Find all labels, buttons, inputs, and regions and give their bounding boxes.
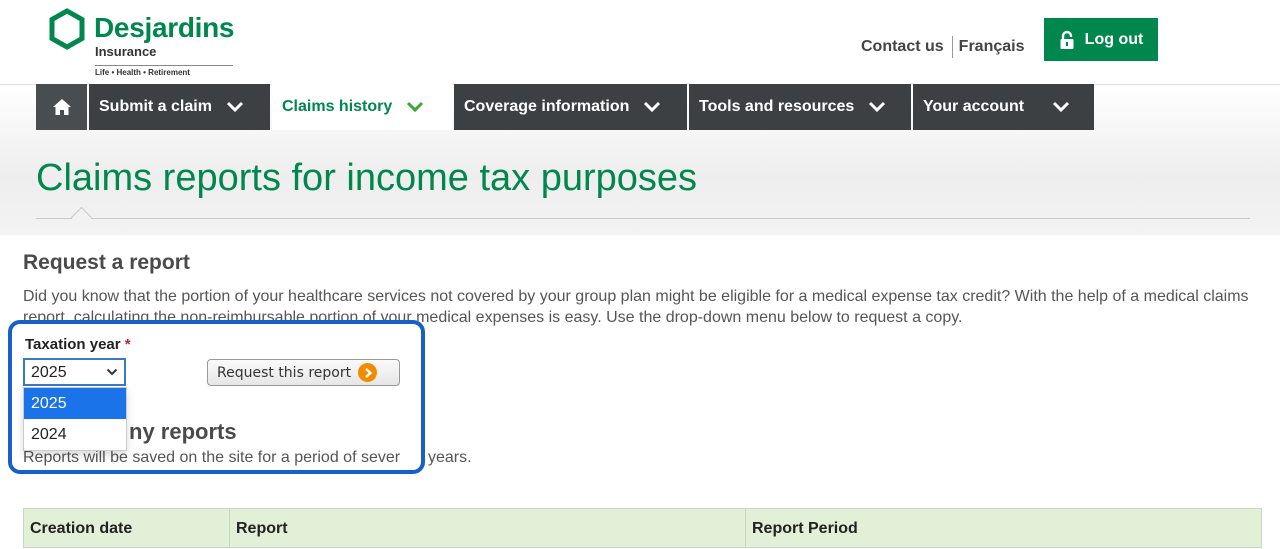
retention-note-tail: years.	[428, 449, 472, 466]
desjardins-logo[interactable]: Desjardins Insurance Life • Health • Ret…	[48, 8, 248, 78]
my-reports-heading: ny reports	[129, 419, 237, 444]
chevron-down-icon	[869, 101, 886, 113]
column-header-creation-date[interactable]: Creation date	[24, 509, 230, 547]
desjardins-hexagon-icon	[49, 8, 85, 50]
reports-retention-note: Reports will be saved on the site for a …	[23, 449, 400, 467]
arrow-right-circle-icon	[358, 363, 378, 382]
taxation-year-select[interactable]: 2025	[23, 358, 126, 386]
nav-coverage-information[interactable]: Coverage information	[454, 84, 687, 130]
site-header: Desjardins Insurance Life • Health • Ret…	[0, 0, 1280, 85]
nav-tools-resources[interactable]: Tools and resources	[689, 84, 911, 130]
request-report-heading: Request a report	[23, 251, 190, 274]
required-asterisk: *	[124, 336, 131, 353]
utility-links: Contact us Français	[861, 36, 1024, 58]
contact-link[interactable]: Contact us	[861, 38, 944, 55]
taxation-year-label: Taxation year *	[25, 336, 131, 353]
title-divider	[36, 218, 1250, 219]
link-divider	[951, 36, 953, 58]
year-option-2025[interactable]: 2025	[24, 388, 126, 419]
nav-claims-history[interactable]: Claims history	[272, 84, 452, 130]
column-header-report-period[interactable]: Report Period	[746, 509, 1261, 547]
request-report-button[interactable]: Request this report	[207, 359, 400, 386]
main-nav: Submit a claim Claims history Coverage i…	[36, 84, 1094, 130]
brand-tagline: Life • Health • Retirement	[95, 65, 233, 78]
chevron-down-icon	[407, 101, 424, 113]
language-link[interactable]: Français	[959, 38, 1025, 55]
nav-item-label: Tools and resources	[699, 98, 855, 115]
request-report-button-label: Request this report	[217, 364, 352, 381]
nav-item-label: Claims history	[282, 98, 393, 115]
logout-button[interactable]: Log out	[1044, 18, 1158, 61]
column-header-report[interactable]: Report	[230, 509, 746, 547]
padlock-icon	[1060, 30, 1074, 49]
retention-note-text: Reports will be saved on the site for a …	[23, 449, 401, 466]
brand-sub: Insurance	[95, 44, 157, 59]
home-icon	[52, 99, 71, 115]
year-dropdown-list: 2025 2024	[23, 387, 127, 451]
page-title: Claims reports for income tax purposes	[36, 157, 698, 199]
reports-table-header: Creation date Report Report Period	[23, 508, 1262, 548]
logout-label: Log out	[1084, 30, 1144, 48]
chevron-down-icon	[106, 368, 118, 376]
year-option-2024[interactable]: 2024	[24, 419, 126, 450]
selected-year: 2025	[31, 364, 67, 381]
chevron-down-icon	[644, 101, 661, 113]
nav-item-label: Your account	[923, 98, 1025, 115]
nav-item-label: Submit a claim	[99, 98, 212, 115]
nav-home[interactable]	[36, 84, 87, 130]
chevron-down-icon	[1052, 101, 1070, 113]
taxation-year-label-text: Taxation year	[25, 336, 121, 353]
chevron-down-icon	[226, 101, 243, 113]
brand-name: Desjardins	[94, 12, 235, 43]
nav-submit-claim[interactable]: Submit a claim	[89, 84, 270, 130]
nav-your-account[interactable]: Your account	[913, 84, 1094, 130]
nav-item-label: Coverage information	[464, 98, 630, 115]
